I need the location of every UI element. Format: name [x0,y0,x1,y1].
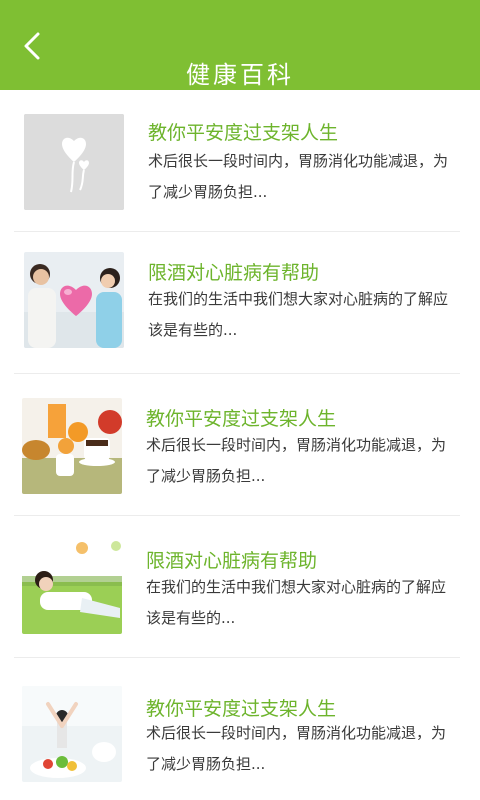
article-title: 教你平安度过支架人生 [148,122,339,144]
article-description: 在我们的生活中我们想大家对心脏病的了解应该是有些的... [146,578,447,627]
article-title: 教你平安度过支架人生 [146,698,337,720]
article-title: 教你平安度过支架人生 [146,408,337,430]
article-item[interactable]: 教你平安度过支架人生 术后很长一段时间内，胃肠消化功能减退，为了减少胃肠负担..… [14,658,460,800]
couple-heart-photo [24,252,124,348]
page-title: 健康百科 [186,61,294,89]
article-list[interactable]: 教你平安度过支架人生 术后很长一段时间内，胃肠消化功能减退，为了减少胃肠负担..… [0,90,480,800]
placeholder-balloon-icon [24,114,124,210]
article-item[interactable]: 限酒对心脏病有帮助 在我们的生活中我们想大家对心脏病的了解应该是有些的... [14,232,460,374]
article-description: 术后很长一段时间内，胃肠消化功能减退，为了减少胃肠负担... [146,724,447,773]
top-app-bar: 健康百科 [0,0,480,90]
article-description: 术后很长一段时间内，胃肠消化功能减退，为了减少胃肠负担... [146,436,447,485]
article-title: 限酒对心脏病有帮助 [146,550,318,572]
yoga-salad-photo [22,686,122,782]
article-description: 术后很长一段时间内，胃肠消化功能减退，为了减少胃肠负担... [148,152,449,201]
breakfast-photo [22,398,122,494]
article-item[interactable]: 教你平安度过支架人生 术后很长一段时间内，胃肠消化功能减退，为了减少胃肠负担..… [14,374,460,516]
article-item[interactable]: 限酒对心脏病有帮助 在我们的生活中我们想大家对心脏病的了解应该是有些的... [14,516,460,658]
article-description: 在我们的生活中我们想大家对心脏病的了解应该是有些的... [148,290,449,339]
article-title: 限酒对心脏病有帮助 [148,262,320,284]
woman-lawn-photo [22,538,122,634]
article-item[interactable]: 教你平安度过支架人生 术后很长一段时间内，胃肠消化功能减退，为了减少胃肠负担..… [14,90,460,232]
